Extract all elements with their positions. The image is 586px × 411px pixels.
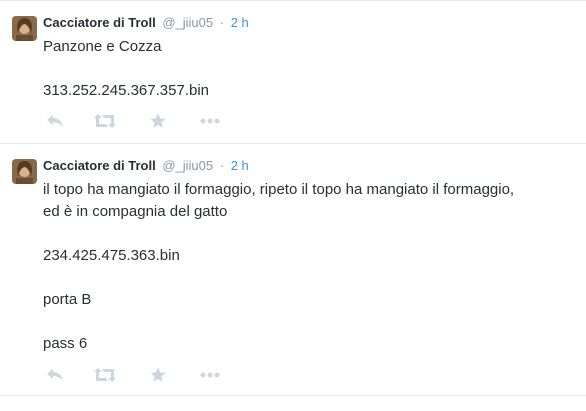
reply-icon	[47, 115, 63, 127]
tweet-line: pass 6	[43, 335, 88, 352]
tweet-line: ed è in compagnia del gatto	[43, 203, 228, 220]
separator: ·	[219, 15, 225, 30]
author-handle[interactable]: @_jiiu05	[162, 15, 213, 30]
tweet: Cacciatore di Troll @_jiiu05 · 2 h il to…	[0, 143, 586, 396]
tweet-actions	[43, 111, 233, 131]
more-button[interactable]	[198, 111, 222, 131]
star-icon	[150, 367, 166, 382]
more-icon	[200, 118, 220, 124]
tweet-text: il topo ha mangiato il formaggio, ripeto…	[43, 179, 514, 355]
tweet-line: Panzone e Cozza	[43, 38, 162, 55]
tweet-line: porta B	[43, 291, 92, 308]
avatar[interactable]	[12, 16, 37, 41]
reply-icon	[47, 369, 63, 381]
tweet: Cacciatore di Troll @_jiiu05 · 2 h Panzo…	[0, 0, 586, 143]
timestamp-link[interactable]: 2 h	[231, 15, 249, 30]
reply-button[interactable]	[43, 365, 67, 385]
author-name[interactable]: Cacciatore di Troll	[43, 15, 156, 30]
more-icon	[200, 372, 220, 378]
separator: ·	[219, 158, 225, 173]
retweet-button[interactable]	[93, 365, 117, 385]
avatar[interactable]	[12, 159, 37, 184]
reply-button[interactable]	[43, 111, 67, 131]
tweet-line: 313.252.245.367.357.bin	[43, 82, 209, 99]
retweet-button[interactable]	[93, 111, 117, 131]
timestamp-link[interactable]: 2 h	[231, 158, 249, 173]
author-name[interactable]: Cacciatore di Troll	[43, 158, 156, 173]
tweet-line: 234.425.475.363.bin	[43, 247, 180, 264]
more-button[interactable]	[198, 365, 222, 385]
favorite-button[interactable]	[146, 111, 170, 131]
tweet-line: il topo ha mangiato il formaggio, ripeto…	[43, 181, 515, 198]
retweet-icon	[94, 114, 116, 128]
tweet-actions	[43, 365, 233, 385]
favorite-button[interactable]	[146, 365, 170, 385]
author-handle[interactable]: @_jiiu05	[162, 158, 213, 173]
retweet-icon	[94, 368, 116, 382]
tweet-header: Cacciatore di Troll @_jiiu05 · 2 h	[43, 158, 249, 173]
tweet-header: Cacciatore di Troll @_jiiu05 · 2 h	[43, 15, 249, 30]
star-icon	[150, 113, 166, 128]
tweet-text: Panzone e Cozza 313.252.245.367.357.bin	[43, 36, 209, 102]
